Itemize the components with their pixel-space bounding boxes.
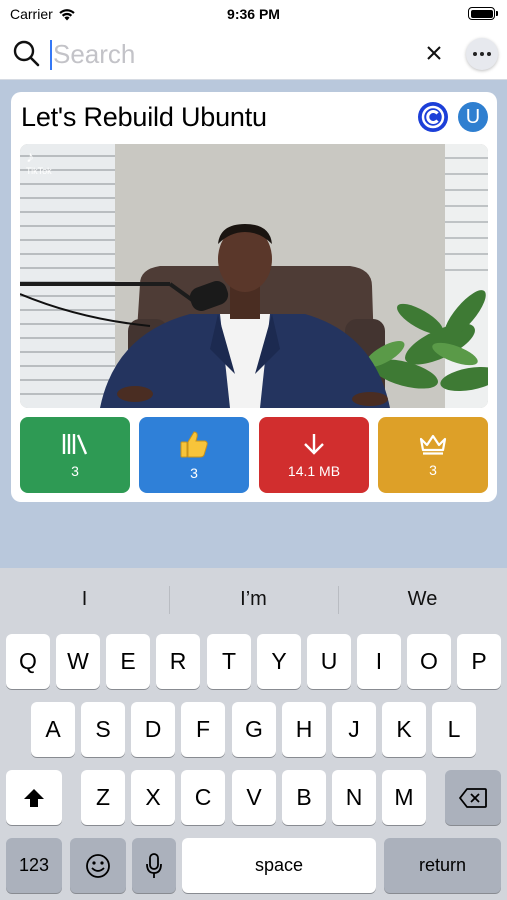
key-t[interactable]: T	[207, 634, 251, 689]
video-card[interactable]: Let's Rebuild Ubuntu U ♪ TikTok 3 3 14.1…	[11, 92, 497, 502]
suggestion-1[interactable]: I	[0, 568, 169, 630]
user-avatar[interactable]: U	[458, 102, 488, 132]
key-x[interactable]: X	[131, 770, 175, 825]
like-count: 3	[190, 464, 198, 481]
on-screen-keyboard: I I’m We Q W E R T Y U I O P A S D F G H…	[0, 568, 507, 900]
return-key[interactable]: return	[384, 838, 501, 893]
key-z[interactable]: Z	[81, 770, 125, 825]
search-input[interactable]	[53, 36, 403, 72]
delete-key[interactable]	[445, 770, 501, 825]
key-a[interactable]: A	[31, 702, 75, 757]
key-k[interactable]: K	[382, 702, 426, 757]
microphone-icon	[146, 852, 162, 878]
key-s[interactable]: S	[81, 702, 125, 757]
search-icon	[13, 40, 40, 67]
premium-count: 3	[429, 461, 437, 478]
library-icon	[62, 433, 88, 454]
key-h[interactable]: H	[282, 702, 326, 757]
key-o[interactable]: O	[407, 634, 451, 689]
key-n[interactable]: N	[332, 770, 376, 825]
suggestion-3[interactable]: We	[338, 568, 507, 630]
thumbs-up-icon	[180, 430, 208, 457]
key-l[interactable]: L	[432, 702, 476, 757]
crown-icon	[419, 434, 447, 455]
numbers-key[interactable]: 123	[6, 838, 62, 893]
library-count: 3	[71, 462, 79, 479]
like-button[interactable]: 3	[139, 417, 249, 493]
library-button[interactable]: 3	[20, 417, 130, 493]
ellipsis-icon	[473, 52, 477, 56]
emoji-key[interactable]	[70, 838, 126, 893]
key-i[interactable]: I	[357, 634, 401, 689]
clear-search-button[interactable]	[421, 40, 447, 66]
emoji-icon	[86, 853, 110, 878]
space-key[interactable]: space	[182, 838, 376, 893]
predictive-bar: I I’m We	[0, 568, 507, 630]
action-buttons: 3 3 14.1 MB 3	[20, 417, 488, 493]
key-f[interactable]: F	[181, 702, 225, 757]
download-size: 14.1 MB	[287, 462, 341, 479]
key-p[interactable]: P	[457, 634, 501, 689]
dictation-key[interactable]	[132, 838, 176, 893]
key-y[interactable]: Y	[257, 634, 301, 689]
backspace-icon	[459, 787, 487, 808]
key-c[interactable]: C	[181, 770, 225, 825]
shift-icon	[24, 788, 44, 807]
tiktok-label: TikTok	[26, 166, 52, 176]
key-w[interactable]: W	[56, 634, 100, 689]
key-v[interactable]: V	[232, 770, 276, 825]
shift-key[interactable]	[6, 770, 62, 825]
key-b[interactable]: B	[282, 770, 326, 825]
download-arrow-icon	[304, 433, 324, 455]
key-q[interactable]: Q	[6, 634, 50, 689]
key-j[interactable]: J	[332, 702, 376, 757]
close-icon	[427, 46, 441, 60]
key-u[interactable]: U	[307, 634, 351, 689]
video-title: Let's Rebuild Ubuntu	[21, 102, 267, 132]
status-bar: Carrier 9:36 PM	[0, 0, 507, 28]
channel-logo-icon[interactable]	[418, 102, 448, 132]
search-bar	[0, 28, 507, 80]
download-button[interactable]: 14.1 MB	[259, 417, 369, 493]
video-thumbnail[interactable]: ♪ TikTok	[20, 144, 488, 408]
key-m[interactable]: M	[382, 770, 426, 825]
text-caret	[50, 40, 52, 70]
key-e[interactable]: E	[106, 634, 150, 689]
premium-button[interactable]: 3	[378, 417, 488, 493]
clock: 9:36 PM	[227, 6, 280, 22]
key-g[interactable]: G	[232, 702, 276, 757]
battery-icon	[468, 7, 498, 20]
tiktok-watermark: ♪ TikTok	[26, 149, 52, 177]
key-r[interactable]: R	[156, 634, 200, 689]
more-options-button[interactable]	[466, 38, 498, 70]
key-d[interactable]: D	[131, 702, 175, 757]
suggestion-2[interactable]: I’m	[169, 568, 338, 630]
